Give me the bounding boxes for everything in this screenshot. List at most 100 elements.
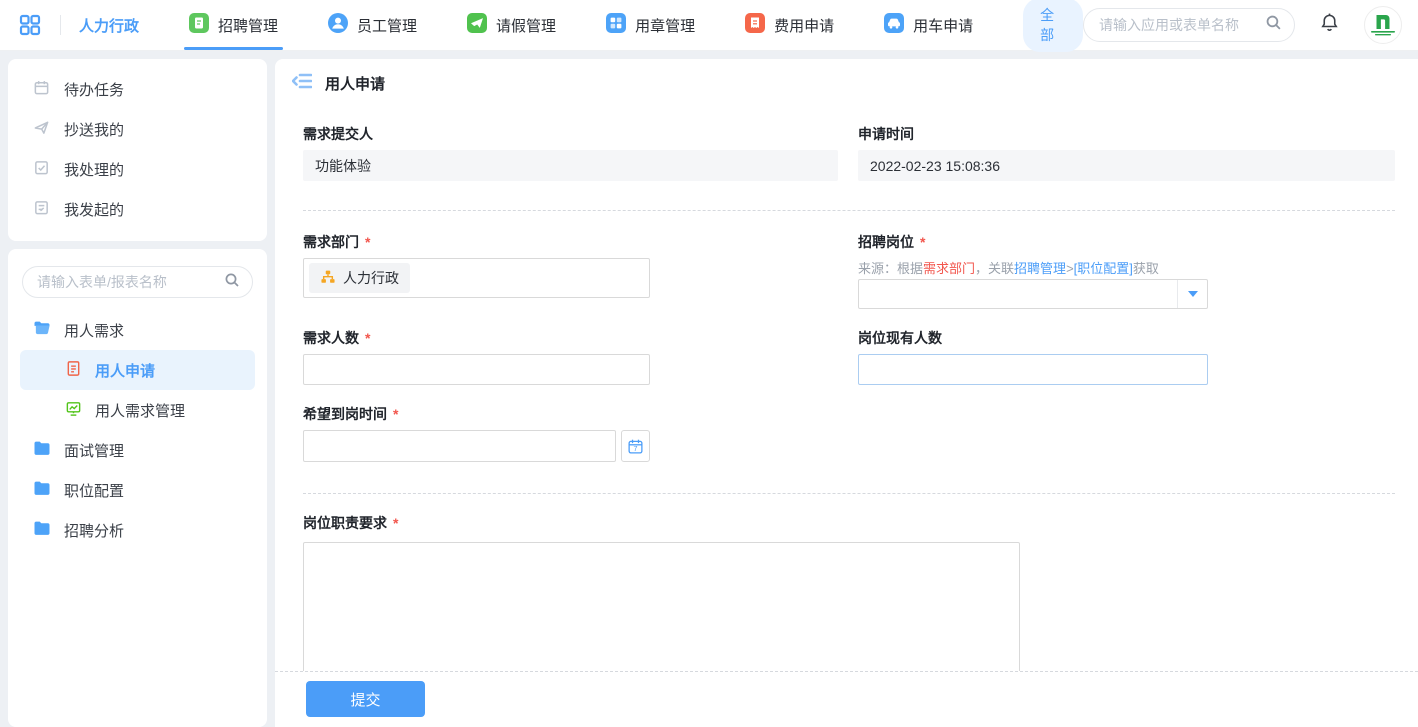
form-search-input[interactable] bbox=[37, 274, 224, 290]
nav-all-pill[interactable]: 全部 bbox=[1023, 0, 1083, 52]
employee-app-icon bbox=[328, 13, 348, 37]
sidebar-item-handled[interactable]: 我处理的 bbox=[8, 149, 267, 189]
tree-folder-label: 面试管理 bbox=[64, 440, 124, 461]
nav-app-vehicle[interactable]: 用车申请 bbox=[884, 0, 973, 50]
sidebar-item-label: 我发起的 bbox=[64, 199, 124, 220]
nav-right-group bbox=[1083, 6, 1402, 44]
duties-textarea[interactable] bbox=[303, 542, 1020, 671]
company-logo[interactable] bbox=[1364, 6, 1402, 44]
all-label: 全部 bbox=[1040, 7, 1054, 43]
required-asterisk: * bbox=[365, 330, 370, 346]
sidebar-item-label: 抄送我的 bbox=[64, 119, 124, 140]
recruit-app-icon bbox=[189, 13, 209, 37]
required-asterisk: * bbox=[920, 234, 925, 250]
nav-app-recruit[interactable]: 招聘管理 bbox=[189, 0, 278, 50]
submit-button[interactable]: 提交 bbox=[306, 681, 425, 717]
cc-icon bbox=[33, 119, 50, 140]
apps-grid-icon[interactable] bbox=[18, 13, 42, 37]
field-existing-headcount: 岗位现有人数 bbox=[858, 330, 1395, 385]
folder-icon bbox=[33, 520, 51, 540]
folder-icon bbox=[33, 480, 51, 500]
department-label: 需求部门 bbox=[303, 234, 359, 250]
department-input[interactable]: 人力行政 bbox=[303, 258, 650, 298]
expected-date-label: 希望到岗时间 bbox=[303, 406, 387, 422]
nav-app-expense[interactable]: 费用申请 bbox=[745, 0, 834, 50]
page-title: 用人申请 bbox=[325, 73, 385, 94]
top-navbar: 人力行政 招聘管理 员工管理 请假管理 用章管理 bbox=[0, 0, 1418, 51]
calendar-picker-button[interactable]: 7 bbox=[621, 430, 650, 462]
required-asterisk: * bbox=[393, 515, 398, 531]
form-search-box[interactable] bbox=[22, 266, 253, 298]
sidebar-item-label: 待办任务 bbox=[64, 79, 124, 100]
expected-date-input[interactable] bbox=[303, 430, 616, 462]
app-search-input[interactable] bbox=[1099, 17, 1265, 33]
headcount-label: 需求人数 bbox=[303, 330, 359, 346]
collapse-sidebar-icon[interactable] bbox=[292, 72, 312, 95]
hint-text: 获取 bbox=[1133, 261, 1159, 276]
tree-folder-demand[interactable]: 用人需求 bbox=[8, 310, 267, 350]
department-tag: 人力行政 bbox=[309, 263, 410, 293]
hint-link-department[interactable]: 需求部门 bbox=[923, 261, 975, 276]
sidebar-item-todo[interactable]: 待办任务 bbox=[8, 69, 267, 109]
nav-app-leave[interactable]: 请假管理 bbox=[467, 0, 556, 50]
apply-time-value: 2022-02-23 15:08:36 bbox=[858, 150, 1395, 181]
position-select[interactable] bbox=[858, 279, 1208, 309]
tree-report-demand-mgmt[interactable]: 用人需求管理 bbox=[8, 390, 267, 430]
chevron-down-icon bbox=[1188, 291, 1198, 297]
nav-app-label: 员工管理 bbox=[357, 15, 417, 36]
duties-label: 岗位职责要求 bbox=[303, 515, 387, 531]
nav-app-employee[interactable]: 员工管理 bbox=[328, 0, 417, 50]
required-asterisk: * bbox=[365, 234, 370, 250]
main-panel: 用人申请 需求提交人 功能体验 申请时间 2022-02-23 15:08:36 bbox=[275, 59, 1418, 727]
nav-app-label: 用章管理 bbox=[635, 15, 695, 36]
sidebar-forms-card: 用人需求 用人申请 用人需求管理 面试管理 bbox=[8, 249, 267, 727]
nav-app-label: 招聘管理 bbox=[218, 15, 278, 36]
section-divider bbox=[303, 210, 1395, 211]
tree-folder-label: 招聘分析 bbox=[64, 520, 124, 541]
sidebar-item-cc[interactable]: 抄送我的 bbox=[8, 109, 267, 149]
workspace-label: 人力行政 bbox=[79, 15, 139, 36]
folder-icon bbox=[33, 440, 51, 460]
form-footer: 提交 bbox=[275, 671, 1418, 727]
existing-headcount-input[interactable] bbox=[858, 354, 1208, 385]
hint-link-position-config[interactable]: [职位配置] bbox=[1074, 261, 1133, 276]
nav-divider bbox=[60, 15, 61, 35]
bell-icon[interactable] bbox=[1319, 12, 1340, 38]
app-search-box[interactable] bbox=[1083, 8, 1295, 42]
todo-icon bbox=[33, 79, 50, 100]
vehicle-app-icon bbox=[884, 13, 904, 37]
tree-folder-interview[interactable]: 面试管理 bbox=[8, 430, 267, 470]
page-body: 待办任务 抄送我的 我处理的 我发起的 bbox=[0, 51, 1418, 727]
apply-time-label: 申请时间 bbox=[858, 126, 914, 142]
section-divider bbox=[303, 493, 1395, 494]
svg-text:7: 7 bbox=[633, 444, 637, 453]
department-tag-label: 人力行政 bbox=[343, 268, 399, 288]
nav-app-seal[interactable]: 用章管理 bbox=[606, 0, 695, 50]
seal-app-icon bbox=[606, 13, 626, 37]
tree-form-hiring-request[interactable]: 用人申请 bbox=[20, 350, 255, 390]
field-department: 需求部门 * 人力行政 bbox=[303, 234, 838, 298]
handled-icon bbox=[33, 159, 50, 180]
select-caret-button[interactable] bbox=[1177, 280, 1207, 308]
sidebar-tasks-card: 待办任务 抄送我的 我处理的 我发起的 bbox=[8, 59, 267, 241]
sidebar-item-initiated[interactable]: 我发起的 bbox=[8, 189, 267, 229]
form-content: 需求提交人 功能体验 申请时间 2022-02-23 15:08:36 需求部门… bbox=[275, 107, 1418, 671]
required-asterisk: * bbox=[393, 406, 398, 422]
tree-folder-label: 职位配置 bbox=[64, 480, 124, 501]
headcount-input[interactable] bbox=[303, 354, 650, 385]
nav-workspace[interactable]: 人力行政 bbox=[79, 0, 139, 50]
nav-app-label: 用车申请 bbox=[913, 15, 973, 36]
tree-form-label: 用人申请 bbox=[95, 360, 155, 381]
tree-folder-position-config[interactable]: 职位配置 bbox=[8, 470, 267, 510]
hint-text: > bbox=[1066, 261, 1074, 276]
report-board-icon bbox=[65, 400, 82, 421]
tree-folder-recruit-analysis[interactable]: 招聘分析 bbox=[8, 510, 267, 550]
hint-link-recruit-mgmt[interactable]: 招聘管理 bbox=[1014, 261, 1066, 276]
leave-app-icon bbox=[467, 13, 487, 37]
nav-app-label: 请假管理 bbox=[496, 15, 556, 36]
initiated-icon bbox=[33, 199, 50, 220]
hint-text: 来源：根据 bbox=[858, 261, 923, 276]
field-expected-date: 希望到岗时间 * 7 bbox=[303, 406, 1395, 462]
folder-open-icon bbox=[33, 320, 51, 340]
calendar-icon: 7 bbox=[627, 438, 644, 455]
